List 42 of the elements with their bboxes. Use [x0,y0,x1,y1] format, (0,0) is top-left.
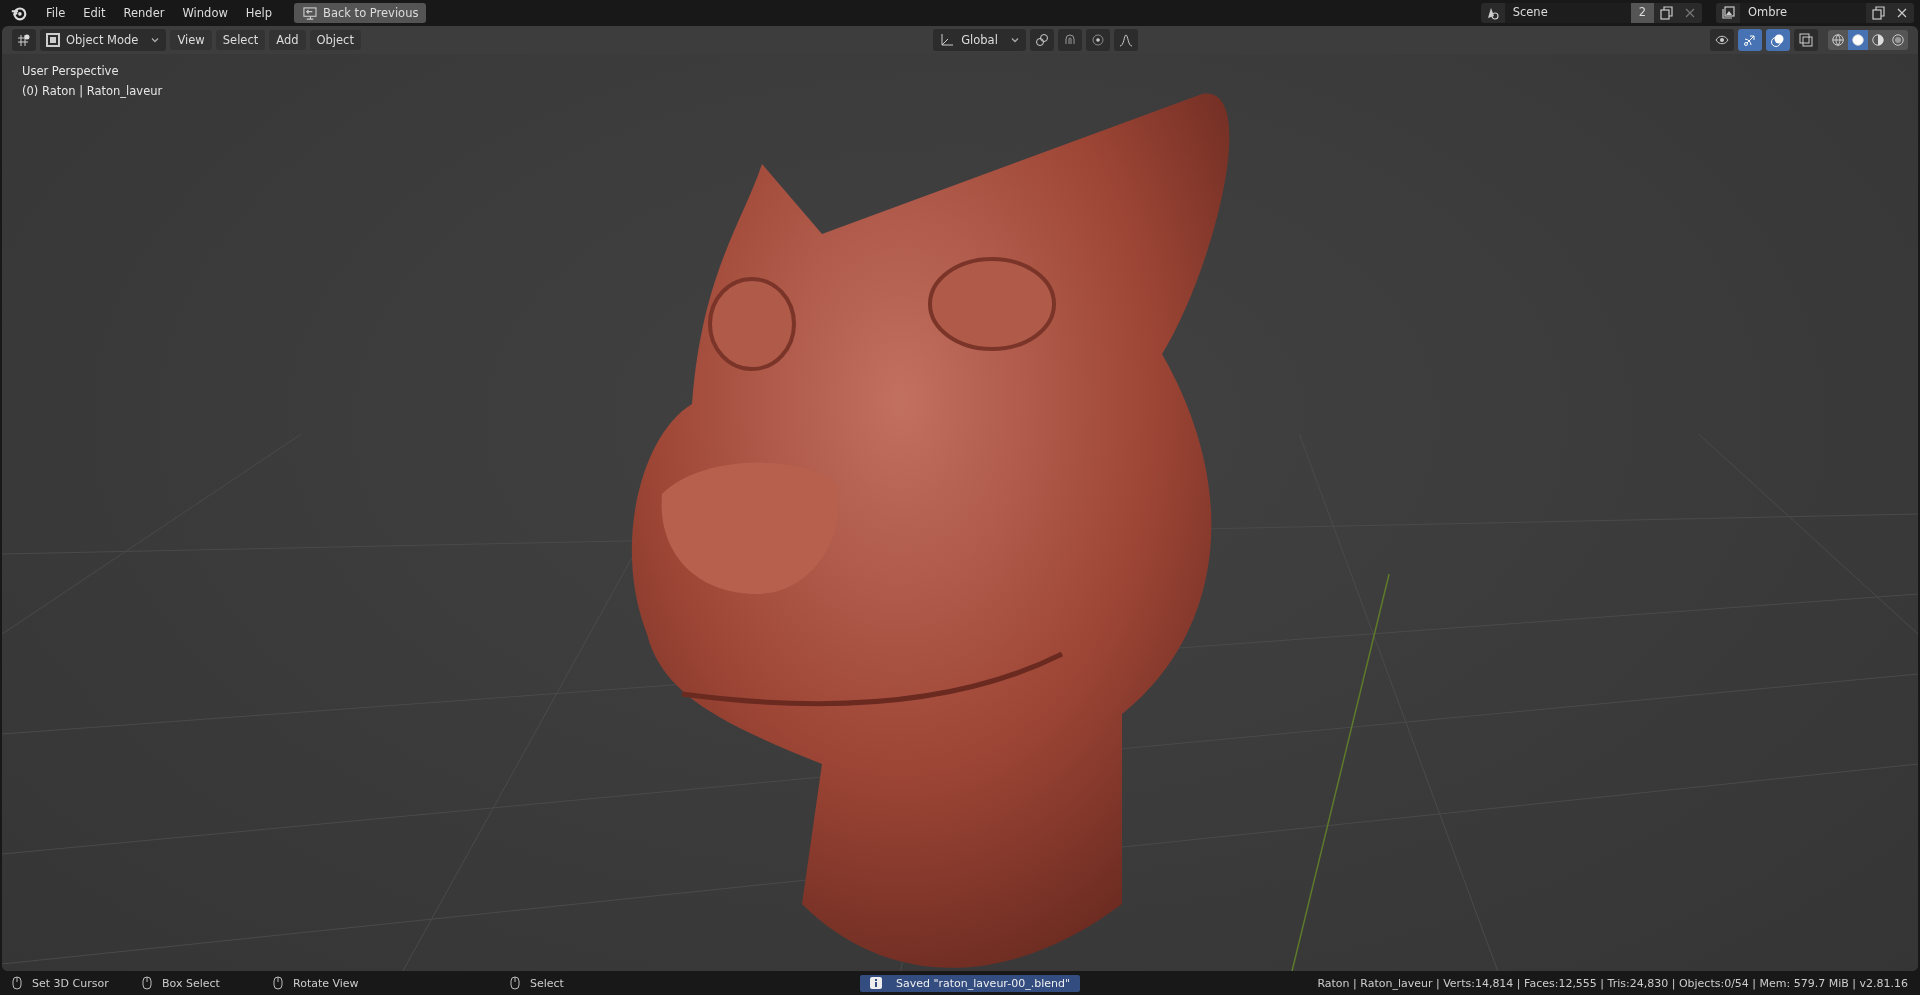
info-icon [870,977,882,989]
chevron-down-icon[interactable] [150,35,161,45]
menu-item[interactable]: Edit [75,3,114,23]
xray-toggle-icon[interactable] [1794,29,1818,51]
menu-item[interactable]: Render [115,3,173,23]
mouse-icon [142,976,152,990]
chevron-down-icon[interactable] [1009,35,1020,45]
hint-label: Box Select [162,976,220,990]
snap-magnet-icon[interactable] [1057,29,1082,51]
header-menu-item[interactable]: View [170,30,212,50]
pivot-point-icon[interactable] [1029,29,1054,51]
back-to-previous-button[interactable]: Back to Previous [294,3,427,23]
object-info-label: (0) Raton | Raton_laveur [22,84,163,98]
saved-message: Saved "raton_laveur-00_.blend" [860,974,1080,992]
mouse-icon [273,976,283,990]
scene-user-count: 2 [1630,3,1654,23]
menu-item[interactable]: File [38,3,74,23]
hint-label: Set 3D Cursor [32,976,109,990]
menu-item[interactable]: Help [237,3,281,23]
scene-name-field[interactable]: Scene [1504,3,1631,23]
header-menu-item[interactable]: Select [215,30,266,50]
falloff-curve-icon[interactable] [1113,29,1138,51]
mouse-icon [510,976,520,990]
mouse-icon [12,976,22,990]
scene-statistics: Raton | Raton_laveur | Verts:14,814 | Faces:12,555 | Tris:24,830 | Objects:0/54 | Mem: 579.7 MiB | v2.81.16 [1317,976,1908,990]
gizmo-toggle-icon[interactable] [1738,29,1762,51]
overlay-toggle-icon[interactable] [1766,29,1790,51]
proportional-edit-icon[interactable] [1085,29,1110,51]
menu-item[interactable]: Window [174,3,236,23]
visibility-eye-icon[interactable] [1710,29,1734,51]
hint-label: Select [530,976,564,990]
app-logo-icon[interactable] [10,4,28,22]
header-menu-item[interactable]: Object [309,30,361,50]
view-name-label: User Perspective [22,64,120,78]
axes-icon[interactable] [939,32,956,48]
view-layer-name-field[interactable]: Ombre [1740,3,1866,23]
hint-label: Rotate View [293,976,359,990]
mode-dropdown[interactable]: Object Mode [40,29,167,51]
editor-type-icon[interactable] [12,29,36,51]
orientation-dropdown[interactable]: Global [933,29,1026,51]
header-menu-item[interactable]: Add [269,30,306,50]
monitor-back-icon[interactable] [302,6,318,20]
